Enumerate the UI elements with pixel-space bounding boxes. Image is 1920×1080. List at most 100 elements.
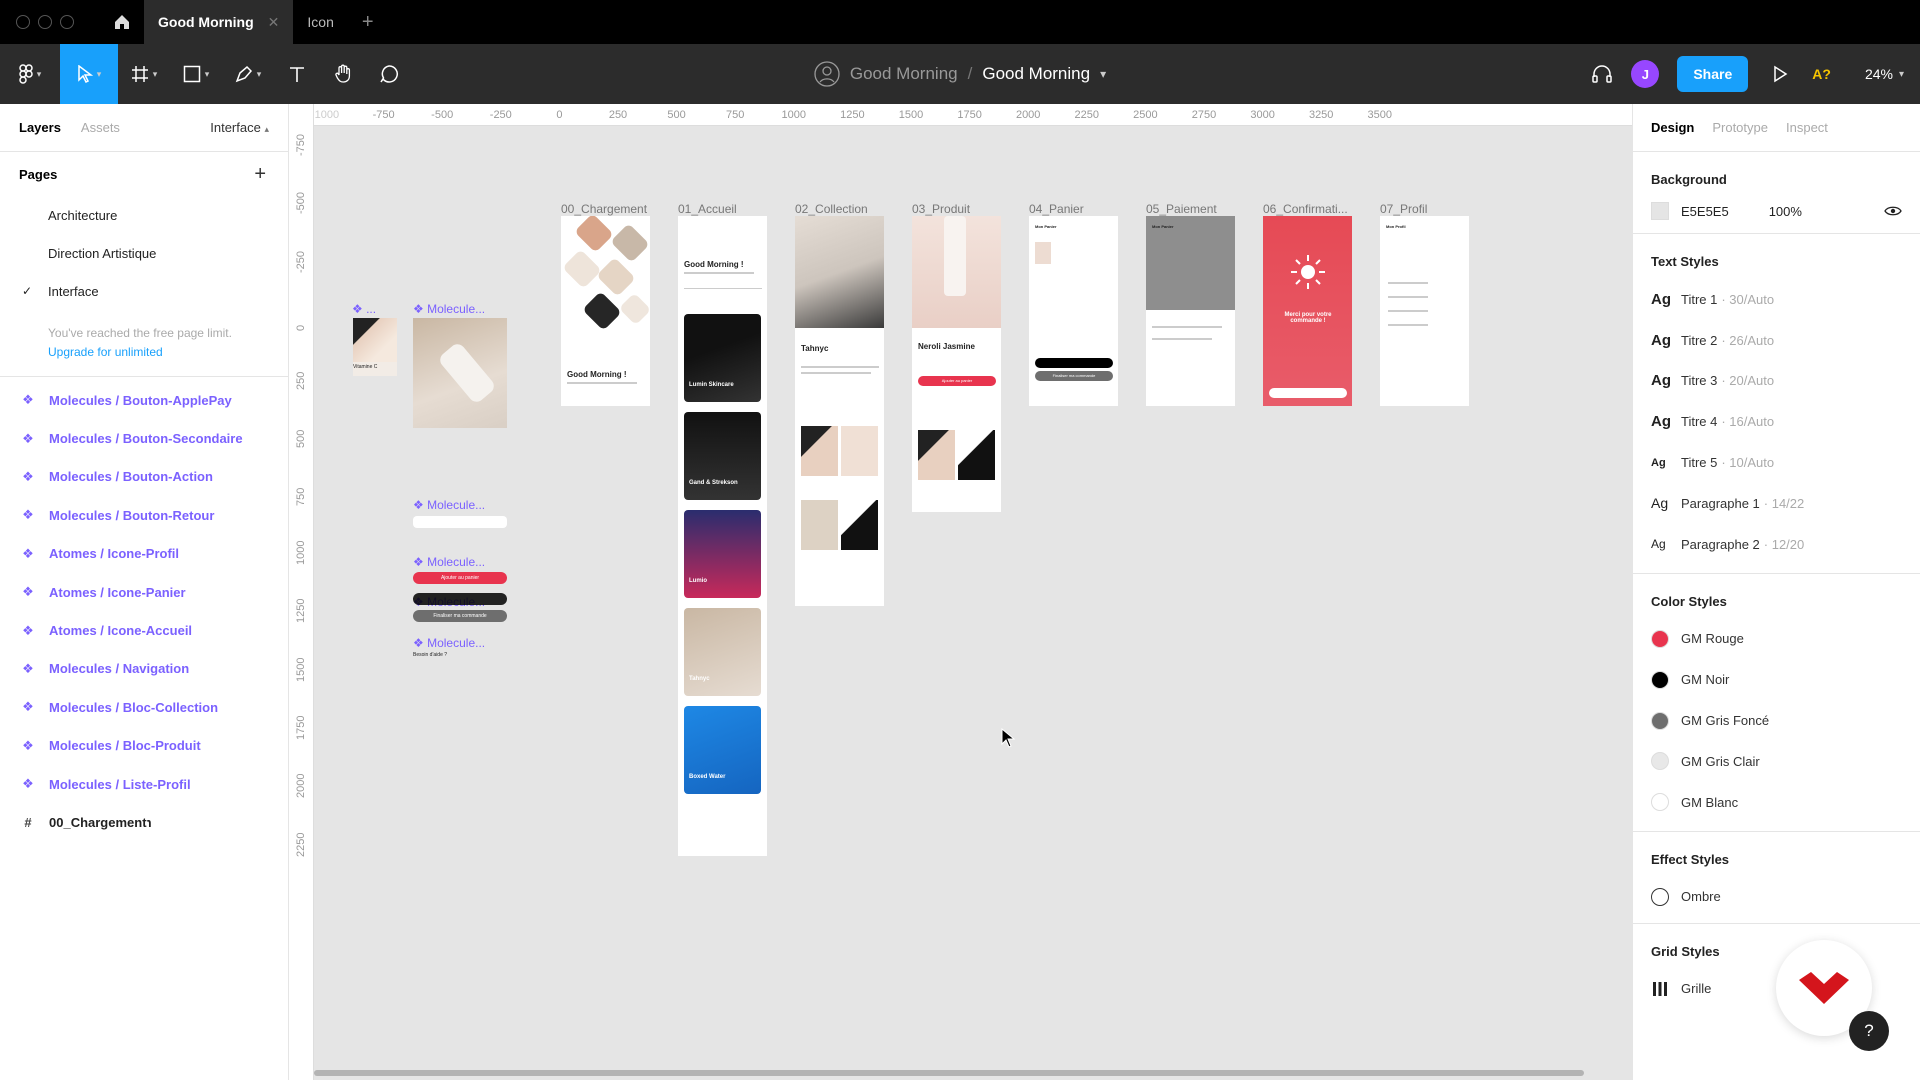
text-style-item[interactable]: Ag Titre 3 · 20/Auto <box>1651 361 1902 402</box>
headphones-icon[interactable] <box>1591 63 1613 85</box>
component-label[interactable]: ❖ Molecule... <box>413 555 485 569</box>
file-tab-icon[interactable]: Icon <box>293 0 347 44</box>
color-style-item[interactable]: GM Gris Clair <box>1651 741 1902 782</box>
tab-design[interactable]: Design <box>1651 120 1694 135</box>
frame-label-03-produit[interactable]: 03_Produit <box>912 202 970 216</box>
background-hex[interactable]: E5E5E5 <box>1681 204 1729 219</box>
text-style-item[interactable]: Ag Titre 2 · 26/Auto <box>1651 320 1902 361</box>
file-name[interactable]: Good Morning <box>982 64 1090 84</box>
layer-item[interactable]: ❖ Atomes / Icone-Panier <box>0 573 288 611</box>
frame-07-profil[interactable]: Mon Profil <box>1380 216 1469 406</box>
frame-05-paiement[interactable]: Mon Panier <box>1146 216 1235 406</box>
canvas[interactable]: -1000 -750 -500 -250 0 250 500 750 1000 1250 1500 1… <box>289 104 1632 1080</box>
action-button-component[interactable]: Ajouter au panier <box>413 572 507 584</box>
layer-item[interactable]: ❖ Atomes / Icone-Profil <box>0 535 288 573</box>
comment-tool[interactable] <box>366 44 412 104</box>
layer-item[interactable]: ❖ Molecules / Bouton-ApplePay <box>0 381 288 419</box>
page-dropdown[interactable]: Interface ▴ <box>210 120 269 135</box>
layer-label: Molecules / Bouton-Retour <box>49 507 215 523</box>
color-style-item[interactable]: GM Blanc <box>1651 782 1902 823</box>
tab-prototype[interactable]: Prototype <box>1712 120 1768 135</box>
component-label[interactable]: ❖ ... <box>352 302 376 316</box>
eye-icon[interactable] <box>1884 205 1902 217</box>
missing-fonts-button[interactable]: A? <box>1812 66 1831 82</box>
background-row[interactable]: E5E5E5 100% <box>1651 197 1902 233</box>
home-button[interactable] <box>100 0 144 44</box>
frame-label-01-accueil[interactable]: 01_Accueil <box>678 202 737 216</box>
move-tool[interactable]: ▾ <box>60 44 118 104</box>
collection-card-component[interactable] <box>413 318 507 428</box>
new-tab-button[interactable]: + <box>348 0 388 44</box>
navigation-component[interactable] <box>413 516 507 528</box>
layer-item[interactable]: #00_Chargement <box>0 803 147 842</box>
maximize-window-icon[interactable] <box>60 15 74 29</box>
frame-00-chargement[interactable]: Good Morning ! <box>561 216 650 406</box>
color-style-name: GM Gris Clair <box>1681 753 1760 769</box>
text-style-item[interactable]: Ag Paragraphe 2 · 12/20 <box>1651 524 1902 565</box>
help-button[interactable]: ? <box>1849 1011 1889 1051</box>
tab-inspect[interactable]: Inspect <box>1786 120 1828 135</box>
close-window-icon[interactable] <box>16 15 30 29</box>
layer-item[interactable]: ❖ Molecules / Bouton-Secondaire <box>0 419 288 457</box>
applepay-button-component[interactable] <box>413 593 507 605</box>
page-item-architecture[interactable]: Architecture <box>0 196 288 234</box>
pen-tool[interactable]: ▾ <box>222 44 274 104</box>
text-style-item[interactable]: Ag Titre 1 · 30/Auto <box>1651 279 1902 320</box>
hand-tool[interactable] <box>320 44 366 104</box>
frame-tool[interactable]: ▾ <box>118 44 170 104</box>
layer-item[interactable]: ❖ Molecules / Bloc-Collection <box>0 688 288 726</box>
zoom-control[interactable]: 24% ▾ <box>1865 66 1904 82</box>
color-style-item[interactable]: GM Rouge <box>1651 619 1902 660</box>
shape-tool[interactable]: ▾ <box>170 44 222 104</box>
layer-item[interactable]: ❖ Molecules / Bouton-Action <box>0 458 288 496</box>
frame-02-collection[interactable]: Tahnyc <box>795 216 884 606</box>
layer-item[interactable]: ❖ Molecules / Liste-Profil <box>0 765 288 803</box>
close-tab-icon[interactable]: ✕ <box>268 14 280 31</box>
frame-label-05-paiement[interactable]: 05_Paiement <box>1146 202 1217 216</box>
text-style-item[interactable]: Ag Titre 4 · 16/Auto <box>1651 401 1902 442</box>
frame-label-04-panier[interactable]: 04_Panier <box>1029 202 1084 216</box>
text-tool[interactable] <box>274 44 320 104</box>
user-avatar[interactable]: J <box>1631 60 1660 88</box>
chevron-down-icon[interactable]: ▾ <box>1100 67 1106 81</box>
frame-label-07-profil[interactable]: 07_Profil <box>1380 202 1427 216</box>
chevron-down-icon: ▾ <box>1898 68 1904 80</box>
minimize-window-icon[interactable] <box>38 15 52 29</box>
frame-01-accueil[interactable]: Good Morning ! Lumin Skincare Gand & Stre… <box>678 216 767 856</box>
share-button[interactable]: Share <box>1677 56 1749 92</box>
text-style-item[interactable]: Ag Titre 5 · 10/Auto <box>1651 442 1902 483</box>
tab-layers[interactable]: Layers <box>19 120 61 135</box>
frame-label-02-collection[interactable]: 02_Collection <box>795 202 868 216</box>
color-style-item[interactable]: GM Noir <box>1651 659 1902 700</box>
project-name[interactable]: Good Morning <box>850 64 958 84</box>
effect-style-item[interactable]: Ombre <box>1651 877 1902 917</box>
play-icon[interactable] <box>1770 64 1790 84</box>
component-label[interactable]: ❖ Molecule... <box>413 498 485 512</box>
layer-item[interactable]: ❖ Molecules / Navigation <box>0 650 288 688</box>
profile-list-item[interactable]: Besoin d'aide ? <box>413 652 447 658</box>
frame-label-06-confirmation[interactable]: 06_Confirmati... <box>1263 202 1348 216</box>
frame-06-confirmation[interactable]: Merci pour votre commande ! <box>1263 216 1352 406</box>
page-item-direction-artistique[interactable]: Direction Artistique <box>0 234 288 272</box>
frame-04-panier[interactable]: Mon Panier Finaliser ma commande <box>1029 216 1118 406</box>
layer-item[interactable]: ❖ Atomes / Icone-Accueil <box>0 611 288 649</box>
add-page-icon[interactable]: + <box>254 163 266 186</box>
color-style-item[interactable]: GM Gris Foncé <box>1651 700 1902 741</box>
frame-03-produit[interactable]: Neroli Jasmine Ajouter au panier <box>912 216 1001 512</box>
component-label[interactable]: ❖ Molecule... <box>413 636 485 650</box>
text-style-item[interactable]: Ag Paragraphe 1 · 14/22 <box>1651 483 1902 524</box>
team-avatar-icon[interactable] <box>814 61 840 87</box>
tab-assets[interactable]: Assets <box>81 120 120 135</box>
main-menu-button[interactable]: ▾ <box>0 44 60 104</box>
component-label[interactable]: ❖ Molecule... <box>413 302 485 316</box>
background-swatch[interactable] <box>1651 202 1669 220</box>
layer-item[interactable]: ❖ Molecules / Bouton-Retour <box>0 496 288 534</box>
file-tab-good-morning[interactable]: Good Morning ✕ <box>144 0 294 44</box>
upgrade-link[interactable]: Upgrade for unlimited <box>48 343 288 362</box>
horizontal-scrollbar[interactable] <box>314 1070 1584 1076</box>
page-item-interface[interactable]: ✓ Interface <box>0 272 288 310</box>
frame-label-00-chargement[interactable]: 00_Chargement <box>561 202 647 216</box>
layer-item[interactable]: ❖ Molecules / Bloc-Produit <box>0 727 288 765</box>
background-opacity[interactable]: 100% <box>1769 204 1802 219</box>
secondary-button-component[interactable]: Finaliser ma commande <box>413 610 507 622</box>
